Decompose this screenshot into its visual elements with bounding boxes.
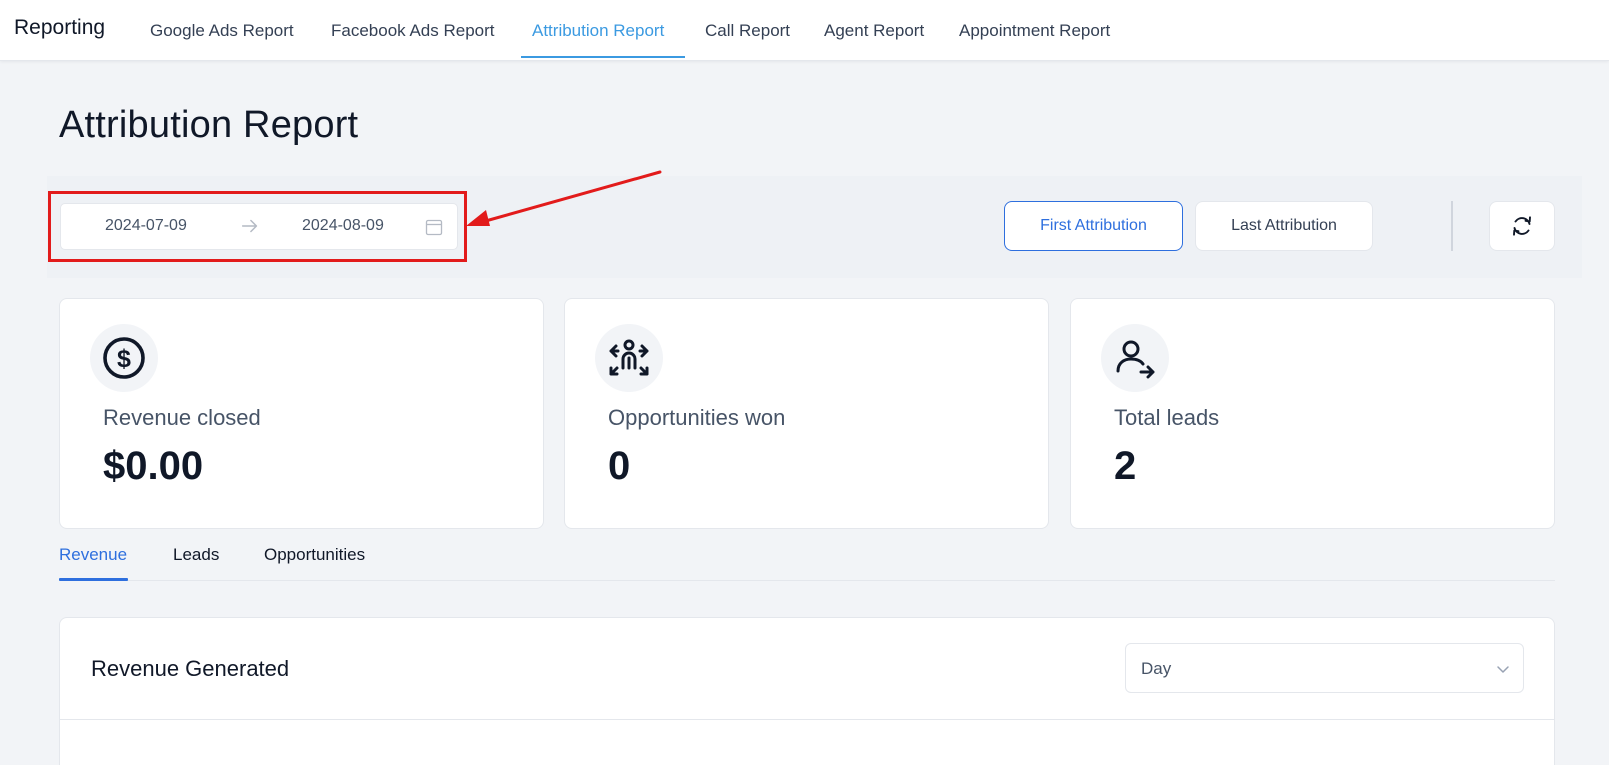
refresh-icon [1513, 216, 1531, 236]
page-title: Attribution Report [59, 104, 359, 146]
user-arrow-icon [1101, 324, 1169, 392]
revenue-closed-card: $ Revenue closed $0.00 [59, 298, 544, 529]
tab-opportunities[interactable]: Opportunities [264, 545, 365, 565]
interval-select[interactable]: Day [1125, 643, 1524, 693]
app-title: Reporting [14, 16, 106, 39]
last-attribution-button[interactable]: Last Attribution [1195, 201, 1373, 251]
annotation-arrow-icon [466, 170, 662, 226]
dollar-circle-icon: $ [90, 324, 158, 392]
card-value: $0.00 [103, 444, 204, 488]
active-subtab-indicator [59, 578, 128, 581]
active-tab-indicator [521, 56, 685, 58]
card-value: 2 [1114, 444, 1137, 488]
card-label: Total leads [1114, 405, 1220, 430]
chevron-down-icon [1497, 666, 1509, 673]
panel-title: Revenue Generated [91, 656, 290, 681]
first-attribution-button[interactable]: First Attribution [1004, 201, 1183, 251]
total-leads-card: Total leads 2 [1070, 298, 1555, 529]
panel-divider [60, 719, 1554, 720]
top-nav: Reporting Google Ads Report Facebook Ads… [0, 0, 1609, 61]
tabs-divider [59, 580, 1555, 581]
svg-text:$: $ [117, 345, 131, 373]
refresh-button[interactable] [1489, 201, 1555, 251]
divider [1451, 201, 1453, 251]
tab-leads[interactable]: Leads [173, 545, 219, 565]
tab-call-report[interactable]: Call Report [705, 21, 790, 41]
tab-google-ads-report[interactable]: Google Ads Report [150, 21, 294, 41]
card-label: Revenue closed [103, 405, 261, 430]
card-value: 0 [608, 444, 631, 488]
tab-agent-report[interactable]: Agent Report [824, 21, 924, 41]
revenue-generated-panel: Revenue Generated Day [59, 617, 1555, 765]
opportunities-won-card: Opportunities won 0 [564, 298, 1049, 529]
card-label: Opportunities won [608, 405, 786, 430]
tab-facebook-ads-report[interactable]: Facebook Ads Report [331, 21, 494, 41]
interval-select-value: Day [1141, 659, 1172, 678]
people-arrows-icon [595, 324, 663, 392]
tab-revenue[interactable]: Revenue [59, 545, 127, 565]
tab-attribution-report[interactable]: Attribution Report [532, 21, 664, 41]
annotation-highlight-box [48, 191, 467, 262]
tab-appointment-report[interactable]: Appointment Report [959, 21, 1110, 41]
